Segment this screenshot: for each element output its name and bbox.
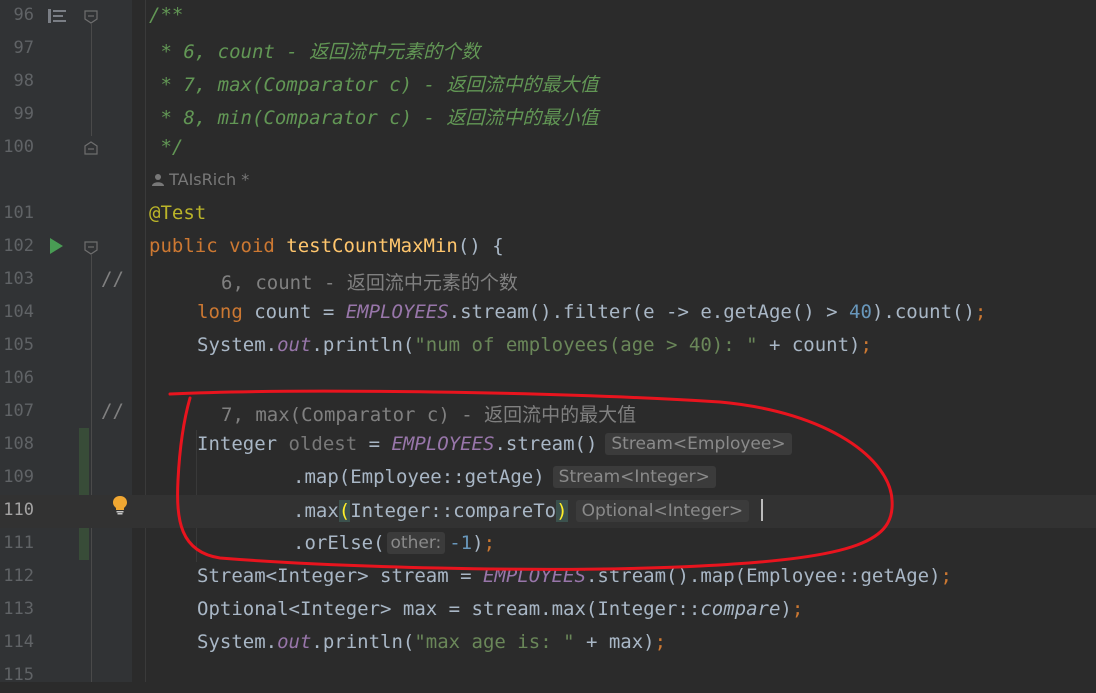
code-text[interactable]: Stream<Integer> stream = EMPLOYEES.strea… xyxy=(197,565,952,587)
line-number[interactable]: 97 xyxy=(0,38,34,58)
code-line-96[interactable]: 96 /** xyxy=(0,0,1096,33)
comment-mark[interactable]: // xyxy=(101,268,124,290)
run-test-icon[interactable] xyxy=(50,238,63,254)
code-line-107[interactable]: 107 // 7, max(Comparator c) - 返回流中的最大值 xyxy=(0,396,1096,429)
code-line-112[interactable]: 112 Stream<Integer> stream = EMPLOYEES.s… xyxy=(0,561,1096,594)
code-text[interactable]: * 7, max(Comparator c) - 返回流中的最大值 xyxy=(149,70,598,97)
code-line-104[interactable]: 104 long count = EMPLOYEES.stream().filt… xyxy=(0,297,1096,330)
line-number[interactable]: 106 xyxy=(0,368,34,388)
code-text[interactable]: System.out.println("max age is: " + max)… xyxy=(197,631,666,653)
code-line-100[interactable]: 100 */ xyxy=(0,132,1096,165)
code-text[interactable]: /** xyxy=(149,4,183,26)
matched-paren: ( xyxy=(338,500,351,522)
line-number[interactable]: 96 xyxy=(0,5,34,25)
fold-icon[interactable] xyxy=(84,10,98,24)
type-hint: Stream<Integer> xyxy=(552,466,716,488)
code-text[interactable]: .orElse(other: -1); xyxy=(293,532,495,554)
line-number[interactable]: 115 xyxy=(0,665,34,685)
code-text[interactable]: * 8, min(Comparator c) - 返回流中的最小值 xyxy=(149,103,598,130)
code-line-101[interactable]: 101 @Test xyxy=(0,198,1096,231)
code-line-110[interactable]: 110 .max(Integer::compareTo) Optional<Int… xyxy=(0,495,1096,528)
author-name: TAIsRich * xyxy=(169,170,250,189)
code-line-111[interactable]: 111 .orElse(other: -1); xyxy=(0,528,1096,561)
text-caret xyxy=(761,499,764,521)
code-editor[interactable]: 96 /** 97 * 6, count - 返回流中元素的个数 98 * 7,… xyxy=(0,0,1096,685)
code-line-98[interactable]: 98 * 7, max(Comparator c) - 返回流中的最大值 xyxy=(0,66,1096,99)
code-line-102[interactable]: 102 public void testCountMaxMin() { xyxy=(0,231,1096,264)
code-text[interactable]: */ xyxy=(149,136,183,158)
fold-end-icon[interactable] xyxy=(84,141,98,155)
lightbulb-icon[interactable] xyxy=(112,495,128,515)
type-hint: Optional<Integer> xyxy=(575,500,750,522)
code-line-97[interactable]: 97 * 6, count - 返回流中元素的个数 xyxy=(0,33,1096,66)
author-hint[interactable]: TAIsRich * xyxy=(152,170,249,189)
fold-icon[interactable] xyxy=(84,241,98,255)
matched-paren: ) xyxy=(556,500,568,522)
code-text[interactable]: .map(Employee::getAge) Stream<Integer> xyxy=(293,466,716,488)
code-text[interactable]: System.out.println("num of employees(age… xyxy=(197,334,872,356)
line-number[interactable]: 107 xyxy=(0,401,34,421)
code-line-114[interactable]: 114 System.out.println("max age is: " + … xyxy=(0,627,1096,660)
line-number[interactable]: 104 xyxy=(0,302,34,322)
line-number[interactable]: 109 xyxy=(0,467,34,487)
param-hint: other: xyxy=(386,532,446,554)
line-number[interactable]: 101 xyxy=(0,203,34,223)
code-line-103[interactable]: 103 // 6, count - 返回流中元素的个数 xyxy=(0,264,1096,297)
line-number[interactable]: 113 xyxy=(0,599,34,619)
code-text[interactable]: Optional<Integer> max = stream.max(Integ… xyxy=(197,598,803,620)
code-line-106[interactable]: 106 xyxy=(0,363,1096,396)
code-line-115[interactable]: 115 xyxy=(0,660,1096,693)
list-icon[interactable] xyxy=(48,9,66,23)
line-number[interactable]: 102 xyxy=(0,236,34,256)
code-text[interactable]: public void testCountMaxMin() { xyxy=(149,235,504,257)
type-hint: Stream<Employee> xyxy=(605,433,792,455)
code-text[interactable]: long count = EMPLOYEES.stream().filter(e… xyxy=(197,301,986,323)
code-text[interactable]: @Test xyxy=(149,202,206,224)
code-text[interactable]: 7, max(Comparator c) - 返回流中的最大值 xyxy=(221,400,636,427)
code-text[interactable]: Integer oldest = EMPLOYEES.stream() Strea… xyxy=(197,433,792,455)
code-line-105[interactable]: 105 System.out.println("num of employees… xyxy=(0,330,1096,363)
line-number[interactable]: 112 xyxy=(0,566,34,586)
user-icon xyxy=(152,174,164,186)
line-number[interactable]: 110 xyxy=(0,500,34,520)
code-text[interactable]: 6, count - 返回流中元素的个数 xyxy=(221,268,518,295)
code-line-108[interactable]: 108 Integer oldest = EMPLOYEES.stream() S… xyxy=(0,429,1096,462)
line-number[interactable]: 100 xyxy=(0,137,34,157)
line-number[interactable]: 103 xyxy=(0,269,34,289)
line-number[interactable]: 105 xyxy=(0,335,34,355)
code-line-109[interactable]: 109 .map(Employee::getAge) Stream<Integer… xyxy=(0,462,1096,495)
code-text[interactable]: * 6, count - 返回流中元素的个数 xyxy=(149,37,480,64)
comment-mark[interactable]: // xyxy=(101,400,124,422)
line-number[interactable]: 114 xyxy=(0,632,34,652)
code-line-99[interactable]: 99 * 8, min(Comparator c) - 返回流中的最小值 xyxy=(0,99,1096,132)
line-number[interactable]: 98 xyxy=(0,71,34,91)
line-number[interactable]: 108 xyxy=(0,434,34,454)
line-number[interactable]: 99 xyxy=(0,104,34,124)
line-number[interactable]: 111 xyxy=(0,533,34,553)
code-line-113[interactable]: 113 Optional<Integer> max = stream.max(I… xyxy=(0,594,1096,627)
code-text[interactable]: .max(Integer::compareTo) Optional<Integer… xyxy=(293,499,764,522)
